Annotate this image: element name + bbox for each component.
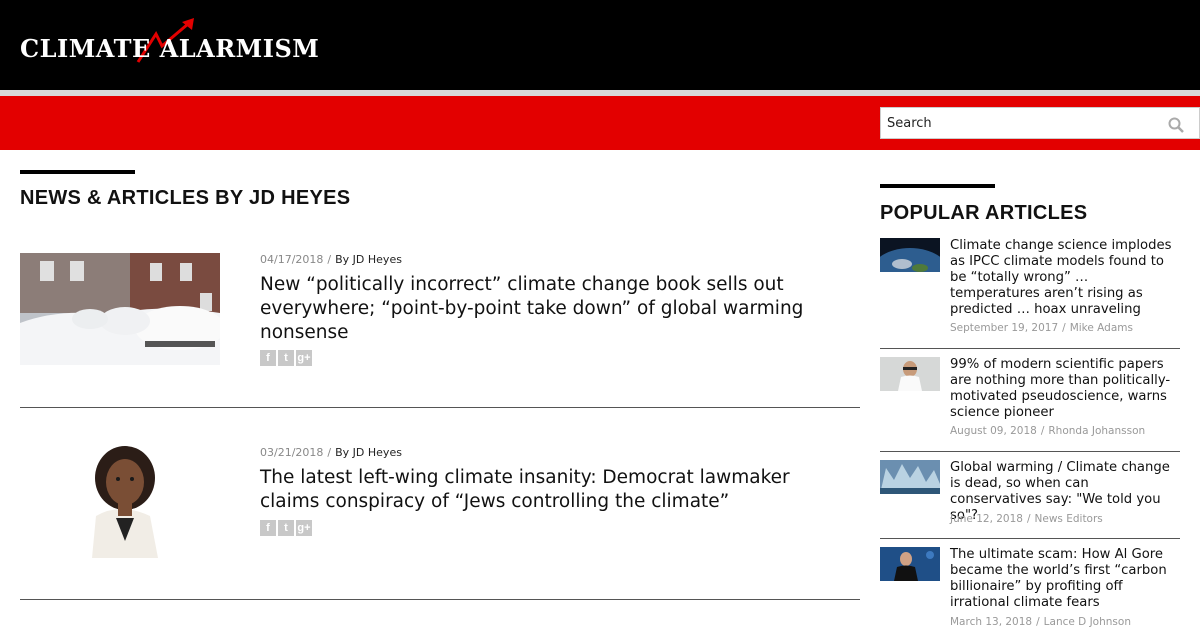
popular-article-item: Climate change science implodes as IPCC …: [880, 238, 1180, 338]
popular-article-meta: September 19, 2017/Mike Adams: [950, 322, 1133, 334]
popular-thumbnail-glacier[interactable]: [880, 460, 940, 494]
main-section: NEWS & ARTICLES BY JD HEYES: [20, 170, 860, 210]
popular-article-date: March 13, 2018: [950, 616, 1033, 628]
popular-article-meta: March 13, 2018/Lance D Johnson: [950, 616, 1131, 628]
sidebar-title: POPULAR ARTICLES: [880, 202, 1088, 224]
popular-article-author[interactable]: Lance D Johnson: [1044, 616, 1131, 628]
title-accent-bar: [20, 170, 135, 174]
popular-thumbnail-speaker[interactable]: [880, 547, 940, 581]
article-item: 03/21/2018/By JD Heyes The latest left-w…: [20, 446, 860, 600]
popular-article-author[interactable]: Rhonda Johansson: [1048, 425, 1145, 437]
facebook-icon[interactable]: f: [260, 350, 276, 366]
google-plus-icon[interactable]: g+: [296, 350, 312, 366]
site-logo[interactable]: CLIMATE ALARMISM: [20, 16, 319, 68]
facebook-icon[interactable]: f: [260, 520, 276, 536]
popular-article-item: 99% of modern scientific papers are noth…: [880, 357, 1180, 442]
sidebar: POPULAR ARTICLES: [880, 184, 1180, 225]
twitter-icon[interactable]: t: [278, 350, 294, 366]
popular-article-date: August 09, 2018: [950, 425, 1037, 437]
article-thumbnail-snowy-street[interactable]: [20, 253, 220, 365]
article-author[interactable]: By JD Heyes: [335, 253, 402, 266]
popular-article-item: The ultimate scam: How Al Gore became th…: [880, 547, 1180, 630]
popular-article-item: Global warming / Climate change is dead,…: [880, 460, 1180, 530]
search-icon[interactable]: [1167, 116, 1185, 134]
logo-text: CLIMATE ALARMISM: [20, 34, 320, 63]
popular-article-meta: August 09, 2018/Rhonda Johansson: [950, 425, 1146, 437]
article-headline-link[interactable]: The latest left-wing climate insanity: D…: [260, 466, 850, 514]
article-author[interactable]: By JD Heyes: [335, 446, 402, 459]
divider: [880, 451, 1180, 452]
article-date: 03/21/2018: [260, 446, 324, 459]
google-plus-icon[interactable]: g+: [296, 520, 312, 536]
divider: [880, 348, 1180, 349]
share-buttons: f t g+: [260, 520, 312, 536]
search-box: [880, 107, 1200, 139]
popular-article-title[interactable]: The ultimate scam: How Al Gore became th…: [950, 547, 1180, 611]
popular-article-date: June 12, 2018: [950, 513, 1023, 525]
twitter-icon[interactable]: t: [278, 520, 294, 536]
article-headline-link[interactable]: New “politically incorrect” climate chan…: [260, 273, 850, 345]
divider: [880, 538, 1180, 539]
popular-thumbnail-scientist[interactable]: [880, 357, 940, 391]
popular-article-author[interactable]: News Editors: [1035, 513, 1103, 525]
article-meta: 04/17/2018/By JD Heyes: [260, 253, 402, 266]
share-buttons: f t g+: [260, 350, 312, 366]
popular-article-title[interactable]: 99% of modern scientific papers are noth…: [950, 357, 1180, 421]
article-item: 04/17/2018/By JD Heyes New “politically …: [20, 253, 860, 408]
article-meta: 03/21/2018/By JD Heyes: [260, 446, 402, 459]
popular-article-meta: June 12, 2018/News Editors: [950, 513, 1103, 525]
article-date: 04/17/2018: [260, 253, 324, 266]
sidebar-accent-bar: [880, 184, 995, 188]
page-title: NEWS & ARTICLES BY JD HEYES: [20, 187, 351, 209]
site-header: CLIMATE ALARMISM: [0, 0, 1200, 90]
search-input[interactable]: [881, 108, 1161, 138]
article-thumbnail-woman[interactable]: [20, 446, 220, 558]
popular-thumbnail-earth[interactable]: [880, 238, 940, 272]
popular-article-author[interactable]: Mike Adams: [1070, 322, 1133, 334]
popular-article-title[interactable]: Climate change science implodes as IPCC …: [950, 238, 1180, 318]
popular-article-date: September 19, 2017: [950, 322, 1059, 334]
